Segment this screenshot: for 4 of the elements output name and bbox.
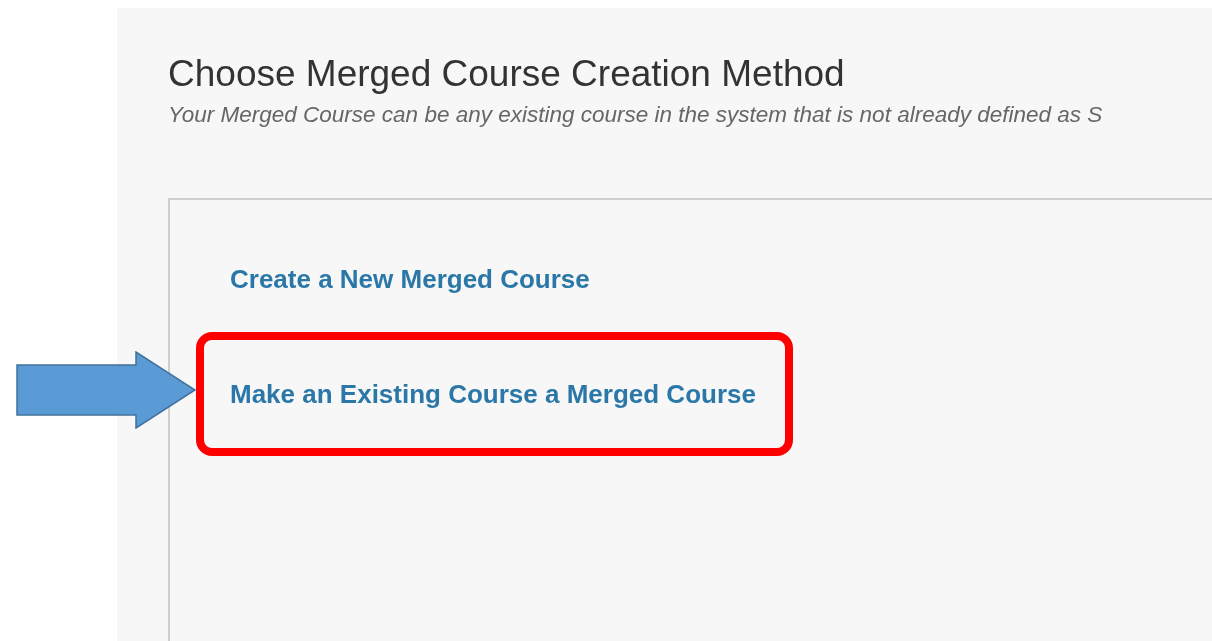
- option-link[interactable]: Make an Existing Course a Merged Course: [230, 379, 756, 411]
- option-link[interactable]: Create a New Merged Course: [230, 264, 590, 296]
- page-heading: Choose Merged Course Creation Method: [168, 52, 846, 96]
- page-subtitle: Your Merged Course can be any existing course in the system that is not already defined as S: [168, 102, 1103, 129]
